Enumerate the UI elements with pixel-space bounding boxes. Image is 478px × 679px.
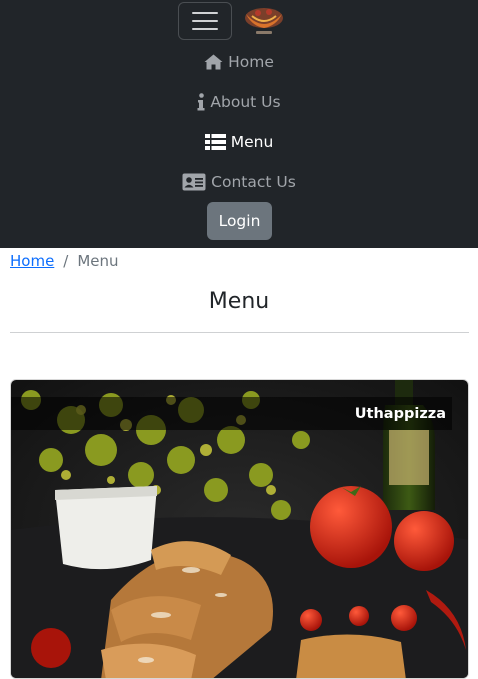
brand-logo[interactable] [242, 4, 286, 38]
nav-item-menu[interactable]: Menu [0, 130, 478, 154]
login-button[interactable]: Login [207, 202, 272, 240]
menu-item-card[interactable]: Uthappizza [10, 379, 469, 679]
breadcrumb-separator: / [63, 252, 69, 270]
breadcrumb-current: Menu [77, 252, 119, 270]
menu-item-caption: Uthappizza [11, 397, 452, 430]
hamburger-line [192, 12, 218, 14]
breadcrumb-home-link[interactable]: Home [10, 252, 54, 270]
address-card-icon [182, 173, 206, 191]
info-icon [197, 93, 205, 111]
hamburger-line [192, 28, 218, 30]
navbar-toggler-button[interactable] [178, 2, 232, 40]
breadcrumb: Home / Menu [10, 251, 119, 271]
page-title: Menu [208, 289, 270, 314]
hamburger-line [192, 20, 218, 22]
menu-item-name: Uthappizza [354, 405, 446, 422]
nav-item-about-us[interactable]: About Us [0, 90, 478, 114]
nav-item-contact-us[interactable]: Contact Us [0, 170, 478, 194]
navbar: Home About Us Menu Contact Us Login [0, 0, 478, 248]
nav-item-label: Home [228, 53, 274, 71]
nav-item-home[interactable]: Home [0, 50, 478, 74]
title-divider [10, 332, 469, 333]
list-icon [204, 134, 226, 150]
nav-item-label: Menu [230, 133, 274, 151]
home-icon [204, 54, 223, 70]
nav-item-label: Contact Us [211, 173, 296, 191]
nav-item-label: About Us [210, 93, 281, 111]
